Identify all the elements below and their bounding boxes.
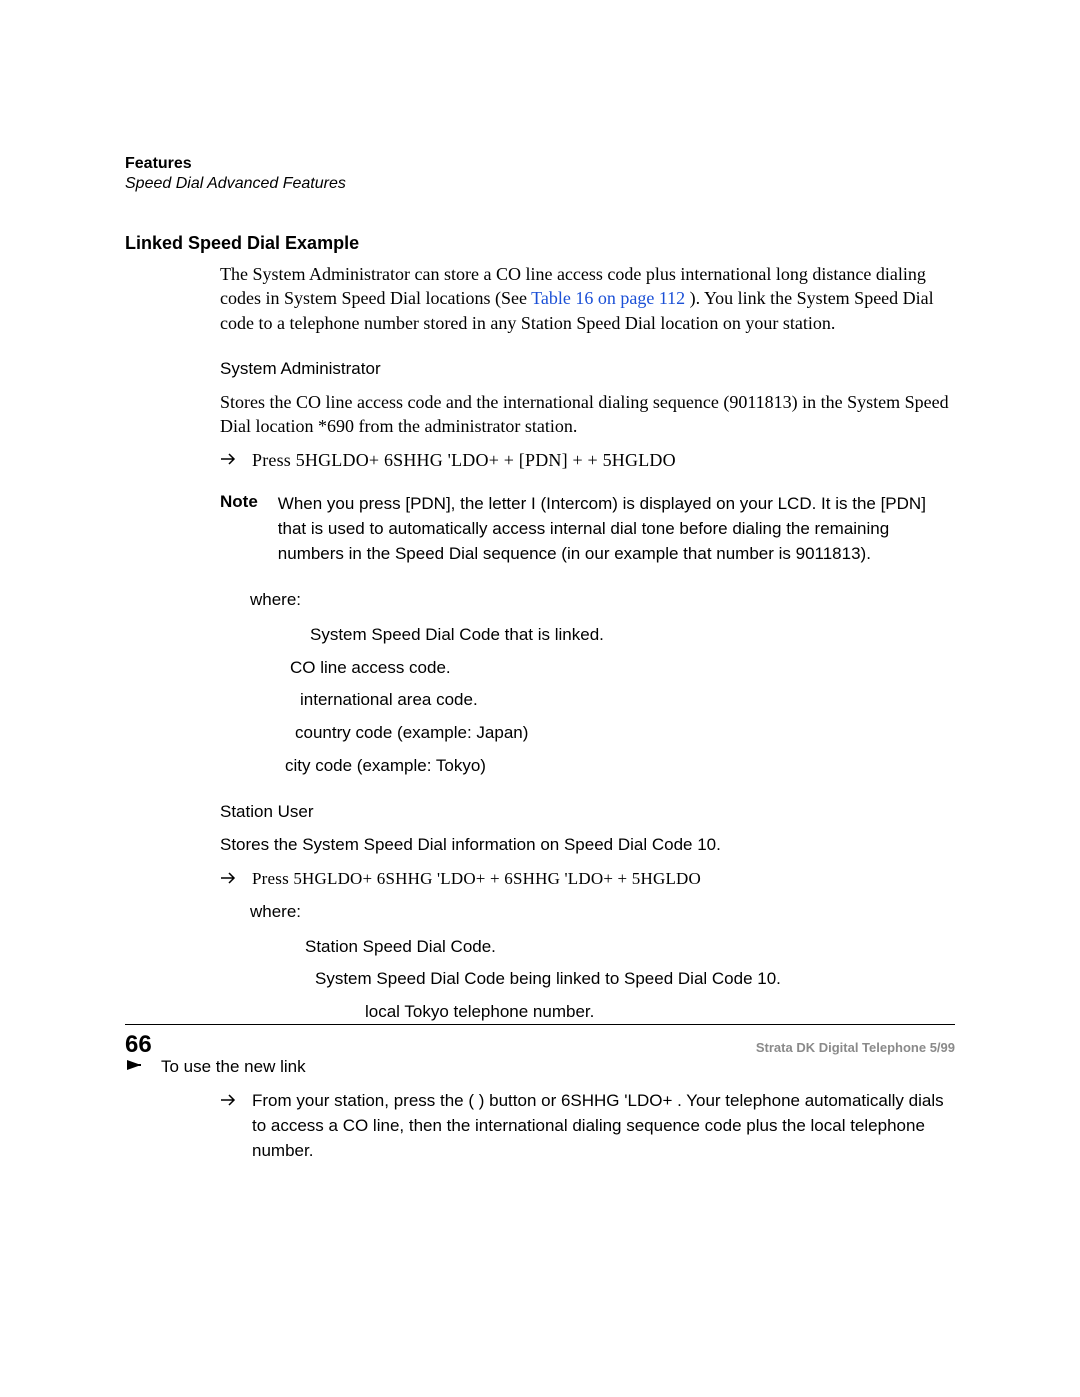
cross-reference-link[interactable]: Table 16 on page 112 [531, 288, 685, 308]
page-number: 66 [125, 1031, 152, 1059]
where-item: CO line access code. [290, 656, 955, 681]
intro-paragraph: The System Administrator can store a CO … [220, 262, 955, 335]
stationuser-press-line: Press 5HGLDO+ 6SHHG 'LDO+ + 6SHHG 'LDO+ … [252, 867, 701, 892]
sysadmin-press-line: Press 5HGLDO+ 6SHHG 'LDO+ + [PDN] + + 5H… [252, 448, 676, 472]
where-item: country code (example: Japan) [295, 721, 955, 746]
footer-rule [125, 1024, 955, 1025]
where-list-1: System Speed Dial Code that is linked. C… [125, 623, 955, 778]
step-arrow-icon [220, 871, 238, 885]
where-item: international area code. [300, 688, 955, 713]
page-content: Features Speed Dial Advanced Features Li… [125, 155, 955, 1163]
where-item: local Tokyo telephone number. [365, 1000, 955, 1025]
stationuser-desc: Stores the System Speed Dial information… [220, 833, 955, 858]
step-arrow-icon [220, 1093, 238, 1107]
where-item: city code (example: Tokyo) [285, 754, 955, 779]
sysadmin-desc: Stores the CO line access code and the i… [220, 390, 955, 439]
where-label-1: where: [250, 588, 955, 613]
note-text: When you press [PDN], the letter I (Inte… [278, 492, 955, 566]
sysadmin-title: System Administrator [220, 357, 955, 382]
where-item: Station Speed Dial Code. [305, 935, 955, 960]
note-label: Note [220, 492, 258, 566]
where-item: System Speed Dial Code being linked to S… [315, 967, 955, 992]
footer-source: Strata DK Digital Telephone 5/99 [756, 1040, 955, 1055]
note-block: Note When you press [PDN], the letter I … [220, 492, 955, 566]
where-list-2: Station Speed Dial Code. System Speed Di… [125, 935, 955, 1025]
page-footer: 66 Strata DK Digital Telephone 5/99 [125, 1024, 955, 1059]
where-label-2: where: [250, 900, 955, 925]
use-link-step: From your station, press the ( ) button … [220, 1089, 955, 1163]
use-link-text: From your station, press the ( ) button … [252, 1089, 955, 1163]
stationuser-step: Press 5HGLDO+ 6SHHG 'LDO+ + 6SHHG 'LDO+ … [220, 867, 955, 892]
section-arrow-icon [125, 1057, 147, 1073]
header-subtitle: Speed Dial Advanced Features [125, 175, 955, 193]
header-title: Features [125, 155, 955, 173]
section-heading: Linked Speed Dial Example [125, 233, 955, 254]
where-item: System Speed Dial Code that is linked. [310, 623, 955, 648]
stationuser-title: Station User [220, 800, 955, 825]
sysadmin-step: Press 5HGLDO+ 6SHHG 'LDO+ + [PDN] + + 5H… [220, 448, 955, 472]
step-arrow-icon [220, 452, 238, 466]
